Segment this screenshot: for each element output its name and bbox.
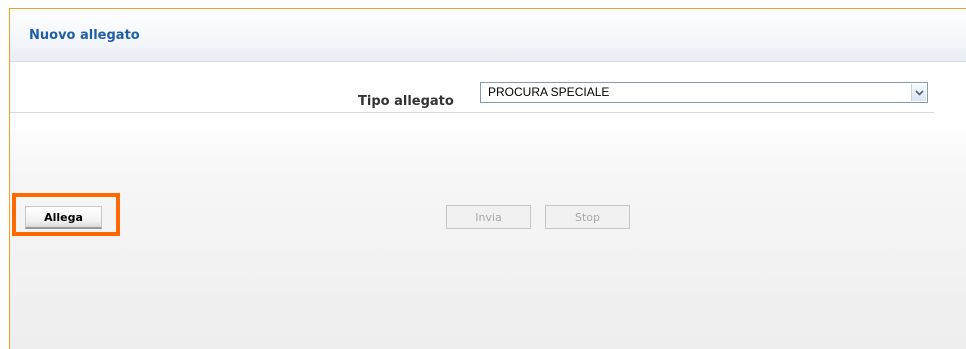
panel-title: Nuovo allegato xyxy=(29,28,140,43)
attachment-panel: Nuovo allegato Tipo allegato PROCURA SPE… xyxy=(9,8,966,349)
allega-button[interactable]: Allega xyxy=(25,206,102,229)
form-divider xyxy=(10,112,934,113)
dropdown-button[interactable] xyxy=(911,84,926,101)
panel-header: Nuovo allegato xyxy=(10,9,966,62)
chevron-down-icon xyxy=(914,89,924,96)
attachment-type-select[interactable]: PROCURA SPECIALE xyxy=(480,82,928,103)
invia-button[interactable]: Invia xyxy=(446,205,531,229)
attachment-type-value: PROCURA SPECIALE xyxy=(488,85,610,99)
attachment-type-label: Tipo allegato xyxy=(358,94,454,109)
stop-button[interactable]: Stop xyxy=(545,205,630,229)
